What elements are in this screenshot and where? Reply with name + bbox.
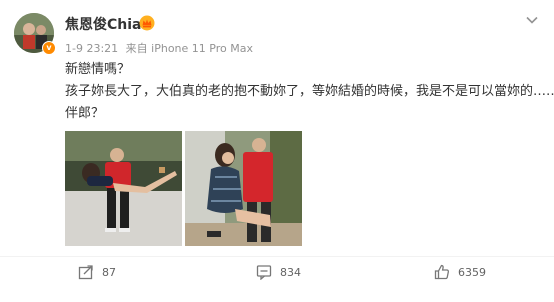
vip-crown-badge-icon[interactable] bbox=[139, 15, 155, 31]
divider bbox=[0, 256, 554, 257]
comment-icon bbox=[256, 265, 272, 280]
share-count: 87 bbox=[102, 265, 116, 279]
share-icon bbox=[78, 265, 93, 280]
post-text: 新戀情嗎？ 孩子妳長大了，大伯真的老的抱不動妳了，等妳結婚的時候，我是不是可以當… bbox=[65, 60, 554, 126]
chevron-down-icon[interactable] bbox=[525, 15, 539, 25]
verified-badge-icon: v bbox=[42, 41, 56, 55]
comment-button[interactable]: 834 bbox=[256, 263, 301, 281]
like-count: 6359 bbox=[458, 265, 486, 279]
post-text-line: 新戀情嗎？ bbox=[65, 62, 131, 77]
source-label: 来自 iPhone 11 Pro Max bbox=[125, 42, 253, 55]
comment-count: 834 bbox=[280, 265, 301, 279]
post-text-line: 孩子妳長大了，大伯真的老的抱不動妳了，等妳結婚的時候，我是不是可以當妳的……… bbox=[65, 84, 554, 99]
post-photo-1[interactable] bbox=[65, 131, 182, 246]
like-button[interactable]: 6359 bbox=[434, 263, 486, 281]
post-text-line: 伴郎？ bbox=[65, 106, 105, 121]
thumbs-up-icon bbox=[434, 264, 449, 280]
timestamp[interactable]: 1-9 23:21 bbox=[65, 42, 118, 55]
share-button[interactable]: 87 bbox=[78, 263, 116, 281]
post-meta: 1-9 23:21 来自 iPhone 11 Pro Max bbox=[65, 40, 257, 56]
post-photo-2[interactable] bbox=[185, 131, 302, 246]
